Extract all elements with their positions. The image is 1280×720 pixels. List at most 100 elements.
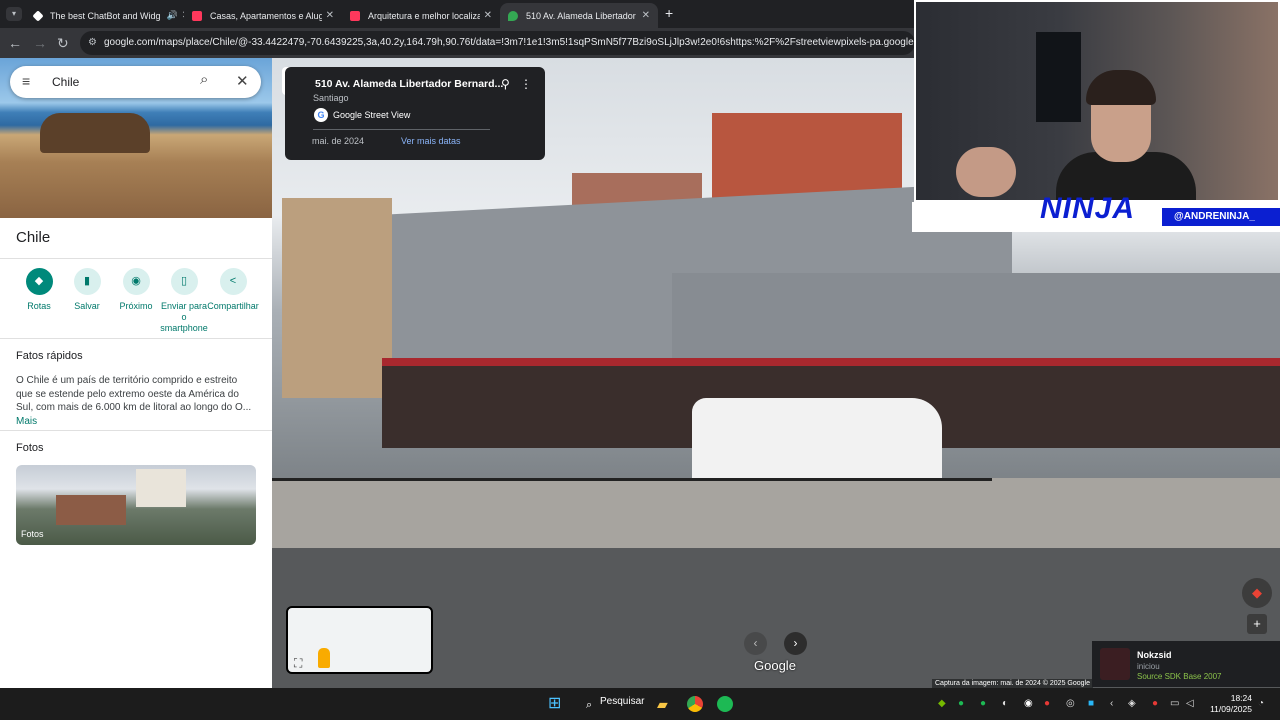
stream-handle: @ANDRENINJA_ xyxy=(1162,208,1280,226)
place-panel: ≡ Chile ⌕ ✕ Chile ◆ Rotas ▮ Salvar ◉ Pró… xyxy=(0,58,272,688)
building-shape xyxy=(282,198,392,398)
tray-discord-icon[interactable]: ◉ xyxy=(1024,698,1033,709)
stream-logo: NINJA xyxy=(1040,192,1136,225)
avatar xyxy=(1100,648,1130,680)
quick-facts-body: O Chile é um país de território comprido… xyxy=(16,375,252,413)
maps-pin-favicon-icon xyxy=(508,10,518,21)
close-tab-icon[interactable]: ✕ xyxy=(480,10,492,21)
more-options-icon[interactable]: ⋮ xyxy=(520,77,532,91)
tray-app-icon[interactable]: ◎ xyxy=(1066,698,1075,709)
tab-google-maps[interactable]: 510 Av. Alameda Libertador Ber ✕ xyxy=(500,3,658,28)
spotify-icon[interactable] xyxy=(717,696,733,712)
fence-shape xyxy=(272,478,992,481)
tab-list-dropdown[interactable]: ▾ xyxy=(6,7,22,21)
location-pin-icon[interactable]: ⚲ xyxy=(501,77,510,91)
photos-card[interactable]: Fotos xyxy=(16,465,256,545)
tab-airbnb-1[interactable]: Casas, Apartamentos e Aluguéi ✕ xyxy=(184,3,342,28)
zoom-in-button[interactable]: + xyxy=(1247,614,1267,634)
tab-title: Arquitetura e melhor localizaçã xyxy=(368,10,480,21)
tab-title: The best ChatBot and Widg xyxy=(50,10,161,21)
city-name: Santiago xyxy=(313,93,349,103)
sidewalk-shape xyxy=(272,478,1280,548)
tray-spotify-icon[interactable]: ● xyxy=(958,698,964,709)
back-arrow-icon[interactable]: ← xyxy=(8,35,22,51)
network-icon[interactable]: ▭ xyxy=(1170,698,1179,709)
phone-icon: ▯ xyxy=(170,268,198,295)
clock-time: 18:24 xyxy=(1230,693,1252,703)
tray-app-icon[interactable]: ◐ xyxy=(1002,698,1008,709)
quick-facts-title: Fatos rápidos xyxy=(16,350,83,362)
speaker-icon[interactable]: 🔊 xyxy=(167,10,178,21)
wall-shape xyxy=(672,273,1280,363)
share-button[interactable]: < Compartilhar xyxy=(202,268,264,312)
chrome-icon[interactable] xyxy=(687,696,703,712)
file-explorer-icon[interactable]: ▰ xyxy=(657,696,668,712)
chatbot-favicon-icon xyxy=(32,9,44,22)
chevron-up-icon[interactable]: ‹ xyxy=(1110,698,1113,709)
search-icon[interactable]: ⌕ xyxy=(200,71,208,88)
expand-icon[interactable]: ⛶ xyxy=(294,656,302,671)
site-info-icon[interactable]: ⚙ xyxy=(88,31,97,55)
notification-game: Source SDK Base 2007 xyxy=(1137,672,1222,681)
hut-shape xyxy=(40,113,150,153)
system-clock[interactable]: 18:24 11/09/2025 xyxy=(1208,693,1252,715)
search-input[interactable]: Chile xyxy=(52,75,79,89)
reload-icon[interactable]: ↻ xyxy=(57,35,69,51)
photos-card-label: Fotos xyxy=(21,529,44,539)
webcam-overlay xyxy=(914,0,1280,202)
divider xyxy=(0,430,272,431)
tab-chatbot[interactable]: The best ChatBot and Widg 🔊 ✕ xyxy=(26,3,184,28)
building-shape xyxy=(136,469,186,507)
tab-airbnb-2[interactable]: Arquitetura e melhor localizaçã ✕ xyxy=(342,3,500,28)
more-link[interactable]: Mais xyxy=(16,416,37,427)
minimap[interactable]: ⛶ xyxy=(286,606,433,674)
nearby-icon: ◉ xyxy=(122,268,150,295)
airbnb-favicon-icon xyxy=(192,10,202,21)
forward-arrow-icon[interactable]: → xyxy=(33,35,47,51)
url-text: google.com/maps/place/Chile/@-33.4422479… xyxy=(104,37,915,48)
activity-notification[interactable]: Nokzsid iniciou Source SDK Base 2007 xyxy=(1092,641,1280,687)
taskbar: ⊞ ⌕ Pesquisar ▰ ◆ ● ● ◐ ◉ ● ◎ ■ ‹ ◈ ● ▭ … xyxy=(0,688,1280,720)
notification-user: Nokzsid xyxy=(1137,650,1172,660)
previous-arrow-button[interactable]: ‹ xyxy=(744,632,767,655)
directions-icon: ◆ xyxy=(25,268,53,295)
volume-icon[interactable]: ◁ xyxy=(1186,698,1194,709)
address-bar[interactable]: ⚙ google.com/maps/place/Chile/@-33.44224… xyxy=(80,31,915,55)
tray-steam-icon[interactable]: ◈ xyxy=(1128,698,1136,709)
search-icon[interactable]: ⌕ xyxy=(586,697,592,713)
tray-nvidia-icon[interactable]: ◆ xyxy=(938,698,946,709)
tray-app-icon[interactable]: ● xyxy=(1044,698,1050,709)
image-credits: Captura da imagem: mai. de 2024 © 2025 G… xyxy=(932,679,1093,688)
capture-date: mai. de 2024 xyxy=(312,136,365,146)
compass-icon[interactable]: ◆ xyxy=(1242,578,1272,608)
street-view-info-card: 510 Av. Alameda Libertador Bernard... Sa… xyxy=(285,67,545,160)
place-title: Chile xyxy=(16,229,51,246)
bookmark-icon: ▮ xyxy=(73,268,101,295)
tray-app-icon[interactable]: ■ xyxy=(1088,698,1094,709)
action-label: Compartilhar xyxy=(207,301,259,311)
photos-title: Fotos xyxy=(16,442,44,454)
pegman-icon[interactable] xyxy=(318,648,330,668)
next-arrow-button[interactable]: › xyxy=(784,632,807,655)
building-shape xyxy=(56,495,126,525)
microphone-icon[interactable]: ● xyxy=(1152,698,1158,709)
windows-start-icon[interactable]: ⊞ xyxy=(548,696,561,712)
more-dates-link[interactable]: Ver mais datas xyxy=(401,136,461,146)
close-tab-icon[interactable]: ✕ xyxy=(322,10,334,21)
tray-app-icon[interactable]: ● xyxy=(980,698,986,709)
tab-title: Casas, Apartamentos e Aluguéi xyxy=(210,10,322,21)
search-box[interactable]: ≡ Chile ⌕ ✕ xyxy=(10,66,261,98)
notification-bell-icon[interactable]: ◔ xyxy=(1258,698,1264,709)
clock-date: 11/09/2025 xyxy=(1210,704,1252,714)
share-icon: < xyxy=(219,268,247,295)
close-tab-icon[interactable]: ✕ xyxy=(638,10,650,21)
clear-search-icon[interactable]: ✕ xyxy=(236,72,249,90)
taskbar-search[interactable]: Pesquisar xyxy=(600,696,644,707)
divider xyxy=(0,338,272,339)
divider xyxy=(313,129,490,130)
street-address: 510 Av. Alameda Libertador Bernard... xyxy=(315,78,504,90)
shopfront-shape xyxy=(382,358,1280,366)
new-tab-button[interactable]: + xyxy=(665,5,673,21)
google-logo-icon: G xyxy=(314,108,328,122)
menu-icon[interactable]: ≡ xyxy=(22,73,30,89)
